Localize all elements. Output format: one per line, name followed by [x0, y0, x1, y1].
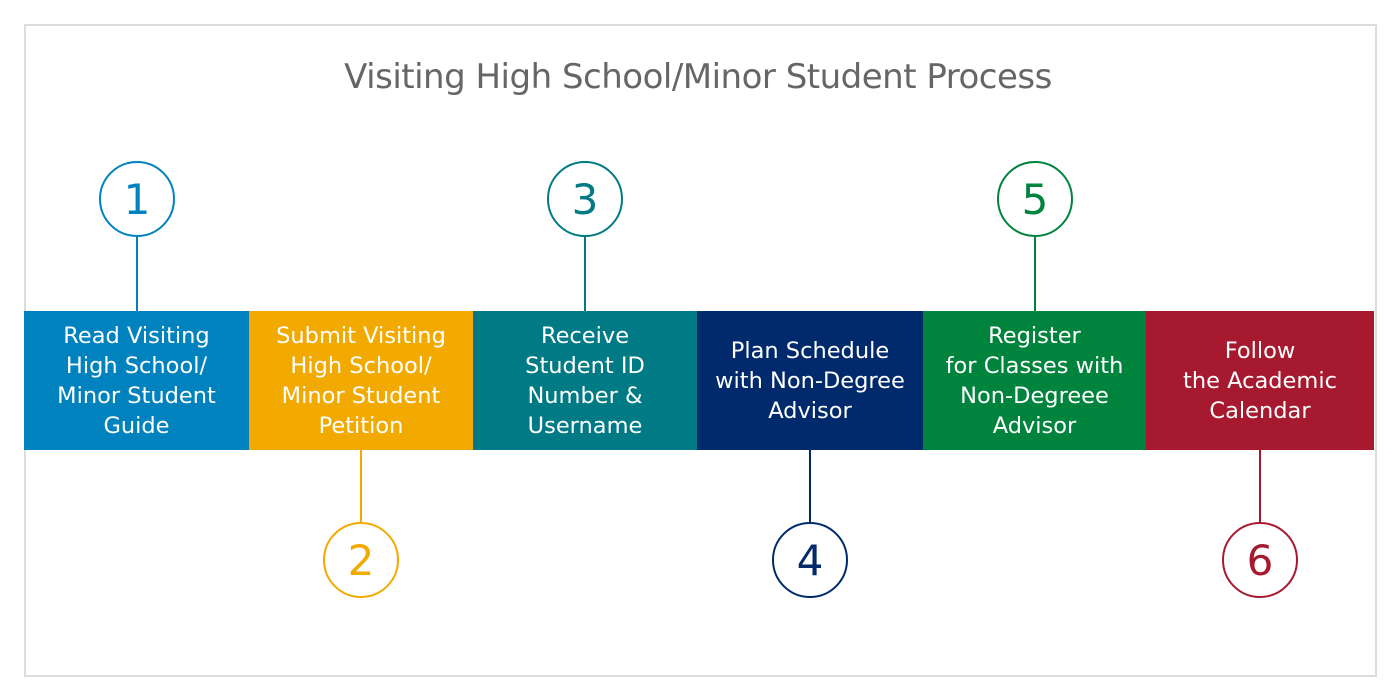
step-5-segment: Register for Classes with Non-Degreee Ad…	[923, 311, 1146, 450]
step-4-connector	[809, 450, 811, 522]
step-5-number-circle: 5	[997, 161, 1073, 237]
step-6-number: 6	[1246, 535, 1274, 585]
step-3-connector	[584, 237, 586, 311]
step-1-number: 1	[123, 174, 151, 224]
step-6-number-circle: 6	[1222, 522, 1298, 598]
step-2-number-circle: 2	[323, 522, 399, 598]
step-5-number: 5	[1021, 174, 1049, 224]
step-2-number: 2	[347, 535, 375, 585]
diagram-title: Visiting High School/Minor Student Proce…	[344, 57, 1052, 97]
step-2-label: Submit Visiting High School/ Minor Stude…	[276, 322, 446, 439]
step-3-number-circle: 3	[547, 161, 623, 237]
step-3-number: 3	[571, 174, 599, 224]
step-6-segment: Follow the Academic Calendar	[1146, 311, 1374, 450]
step-3-segment: Receive Student ID Number & Username	[473, 311, 697, 450]
step-4-segment: Plan Schedule with Non-Degree Advisor	[697, 311, 923, 450]
step-4-number-circle: 4	[772, 522, 848, 598]
step-1-segment: Read Visiting High School/ Minor Student…	[24, 311, 249, 450]
step-4-number: 4	[796, 535, 824, 585]
step-2-segment: Submit Visiting High School/ Minor Stude…	[249, 311, 473, 450]
step-2-connector	[360, 450, 362, 522]
step-1-number-circle: 1	[99, 161, 175, 237]
step-6-label: Follow the Academic Calendar	[1183, 337, 1337, 424]
step-6-connector	[1259, 450, 1261, 522]
step-5-label: Register for Classes with Non-Degreee Ad…	[945, 322, 1124, 439]
step-1-connector	[136, 237, 138, 311]
step-4-label: Plan Schedule with Non-Degree Advisor	[715, 337, 905, 424]
step-3-label: Receive Student ID Number & Username	[525, 322, 645, 439]
step-5-connector	[1034, 237, 1036, 311]
step-1-label: Read Visiting High School/ Minor Student…	[57, 322, 216, 439]
